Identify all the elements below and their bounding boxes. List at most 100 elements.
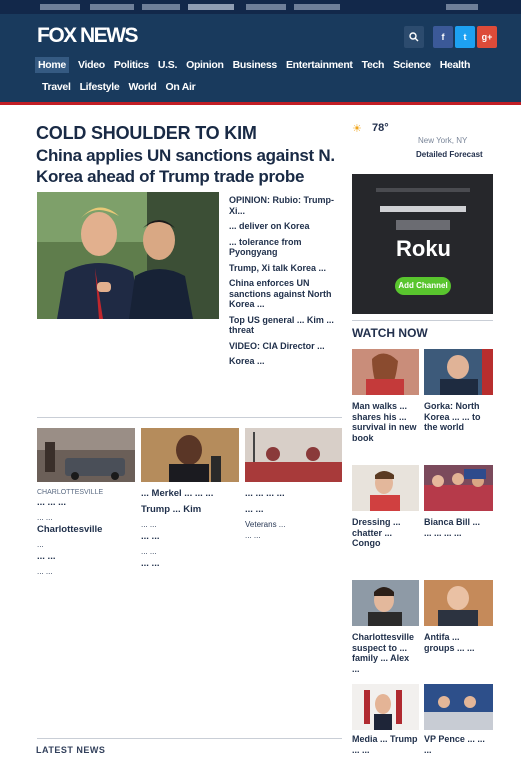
weather-widget[interactable]: ☀ 78° New York, NY Detailed Forecast: [352, 120, 497, 170]
story-image[interactable]: [245, 428, 342, 482]
video-caption[interactable]: Media ... Trump ... ...: [352, 734, 418, 755]
story-tile[interactable]: [37, 428, 135, 486]
story-headline[interactable]: Charlottesville: [37, 524, 135, 535]
watch-video-item[interactable]: VP Pence ... ... ...: [424, 684, 493, 760]
nav-item-on-air[interactable]: On Air: [166, 81, 196, 93]
top-story-image[interactable]: [37, 192, 219, 319]
search-icon[interactable]: [404, 26, 424, 48]
story-headline[interactable]: ... ...: [245, 504, 342, 515]
utility-link[interactable]: [90, 4, 134, 10]
nav-item-opinion[interactable]: Opinion: [186, 59, 224, 71]
story-tile[interactable]: [141, 428, 239, 486]
video-caption[interactable]: Man walks ... shares his ... survival in…: [352, 401, 418, 443]
related-story-link[interactable]: China enforces UN sanctions against Nort…: [229, 278, 341, 310]
video-thumbnail[interactable]: [424, 580, 493, 626]
story-link[interactable]: ...: [37, 540, 135, 550]
utility-link[interactable]: [446, 4, 478, 10]
story-kicker: CHARLOTTESVILLE: [37, 489, 104, 496]
story-link[interactable]: Veterans ...: [245, 520, 342, 530]
watch-now-heading: WATCH NOW: [352, 326, 428, 340]
watch-video-item[interactable]: Media ... Trump ... ...: [352, 684, 419, 760]
story-headline[interactable]: ... ...: [141, 531, 239, 542]
video-thumbnail[interactable]: [352, 580, 419, 626]
video-thumbnail[interactable]: [352, 684, 419, 730]
divider: [352, 320, 493, 321]
video-caption[interactable]: Dressing ... chatter ... Congo: [352, 517, 418, 549]
video-thumbnail[interactable]: [424, 684, 493, 730]
left-story-column: CHARLOTTESVILLE ... ... ... ... ... Char…: [37, 488, 135, 578]
related-story-link[interactable]: ... tolerance from Pyongyang: [229, 237, 341, 258]
divider: [37, 417, 342, 418]
top-story-kicker[interactable]: COLD SHOULDER TO KIM: [36, 123, 257, 144]
facebook-icon[interactable]: f: [433, 26, 453, 48]
site-header: FOX NEWS f t g+ Home Video Politics U.S. Opi…: [0, 14, 521, 102]
watch-video-item[interactable]: Antifa ... groups ... ...: [424, 580, 493, 672]
story-headline[interactable]: ... ...: [37, 551, 135, 562]
related-story-link[interactable]: Top US general ... Kim ... threat: [229, 315, 341, 336]
watch-video-item[interactable]: Bianca Bill ... ... ... ... ...: [424, 465, 493, 557]
ad-cta-button[interactable]: Add Channel: [395, 277, 451, 295]
nav-item-science[interactable]: Science: [393, 59, 431, 71]
weather-temp: 78°: [372, 122, 389, 134]
story-headline[interactable]: ... Merkel ... ... ...: [141, 488, 239, 499]
watch-video-item[interactable]: Charlottesville suspect to ... family ..…: [352, 580, 419, 674]
twitter-icon[interactable]: t: [455, 26, 475, 48]
story-headline[interactable]: ... ... ...: [37, 497, 135, 508]
watch-video-item[interactable]: Man walks ... shares his ... survival in…: [352, 349, 419, 443]
story-headline[interactable]: ... ...: [141, 558, 239, 569]
story-tile[interactable]: [245, 428, 342, 486]
top-story-related-list: OPINION: Rubio: Trump-Xi... ... deliver …: [229, 195, 341, 372]
story-link[interactable]: ... ...: [141, 520, 239, 530]
nav-item-politics[interactable]: Politics: [114, 59, 149, 71]
utility-link[interactable]: [246, 4, 286, 10]
utility-link[interactable]: [142, 4, 180, 10]
story-link[interactable]: ... ...: [141, 547, 239, 557]
nav-item-home[interactable]: Home: [35, 57, 69, 73]
forecast-link[interactable]: Detailed Forecast: [416, 150, 483, 159]
nav-item-health[interactable]: Health: [440, 59, 471, 71]
site-logo[interactable]: FOX NEWS: [37, 24, 139, 48]
nav-item-us[interactable]: U.S.: [158, 59, 178, 71]
video-caption[interactable]: Gorka: North Korea ... ... to the world: [424, 401, 490, 433]
video-caption[interactable]: Charlottesville suspect to ... family ..…: [352, 632, 418, 674]
related-story-link[interactable]: Trump, Xi talk Korea ...: [229, 263, 341, 274]
utility-link[interactable]: [294, 4, 340, 10]
video-caption[interactable]: Bianca Bill ... ... ... ... ...: [424, 517, 490, 538]
related-story-link[interactable]: Korea ...: [229, 356, 341, 367]
nav-item-world[interactable]: World: [128, 81, 156, 93]
story-link[interactable]: ... ...: [37, 567, 135, 577]
nav-item-tech[interactable]: Tech: [362, 59, 385, 71]
related-story-link[interactable]: OPINION: Rubio: Trump-Xi...: [229, 195, 341, 216]
related-story-link[interactable]: VIDEO: CIA Director ...: [229, 341, 341, 352]
watch-video-item[interactable]: Gorka: North Korea ... ... to the world: [424, 349, 493, 441]
story-link[interactable]: ... ...: [37, 513, 135, 523]
middle-story-column: ... Merkel ... ... ... Trump ... Kim ...…: [141, 488, 239, 574]
nav-item-video[interactable]: Video: [78, 59, 105, 71]
secondary-nav: Travel Lifestyle World On Air: [42, 81, 204, 93]
related-story-link[interactable]: ... deliver on Korea: [229, 221, 341, 232]
nav-item-entertainment[interactable]: Entertainment: [286, 59, 353, 71]
story-image[interactable]: [141, 428, 239, 482]
video-caption[interactable]: VP Pence ... ... ...: [424, 734, 490, 755]
video-thumbnail[interactable]: [352, 349, 419, 395]
nav-item-lifestyle[interactable]: Lifestyle: [80, 81, 120, 93]
google-plus-icon[interactable]: g+: [477, 26, 497, 48]
watch-video-item[interactable]: Dressing ... chatter ... Congo: [352, 465, 419, 557]
nav-item-business[interactable]: Business: [233, 59, 278, 71]
advertisement[interactable]: Roku Add Channel: [352, 174, 493, 314]
video-thumbnail[interactable]: [352, 465, 419, 511]
story-headline[interactable]: ... ... ... ...: [245, 488, 342, 499]
divider: [37, 738, 342, 739]
video-thumbnail[interactable]: [424, 349, 493, 395]
primary-nav: Home Video Politics U.S. Opinion Business Ente…: [35, 57, 479, 73]
video-thumbnail[interactable]: [424, 465, 493, 511]
weather-location: New York, NY: [418, 136, 468, 145]
top-story-headline[interactable]: China applies UN sanctions against N. Ko…: [36, 145, 341, 187]
utility-link[interactable]: [40, 4, 80, 10]
story-image[interactable]: [37, 428, 135, 482]
video-caption[interactable]: Antifa ... groups ... ...: [424, 632, 490, 653]
story-link[interactable]: ... ...: [245, 531, 342, 541]
utility-link[interactable]: [188, 4, 234, 10]
nav-item-travel[interactable]: Travel: [42, 81, 71, 93]
story-headline[interactable]: Trump ... Kim: [141, 504, 239, 515]
